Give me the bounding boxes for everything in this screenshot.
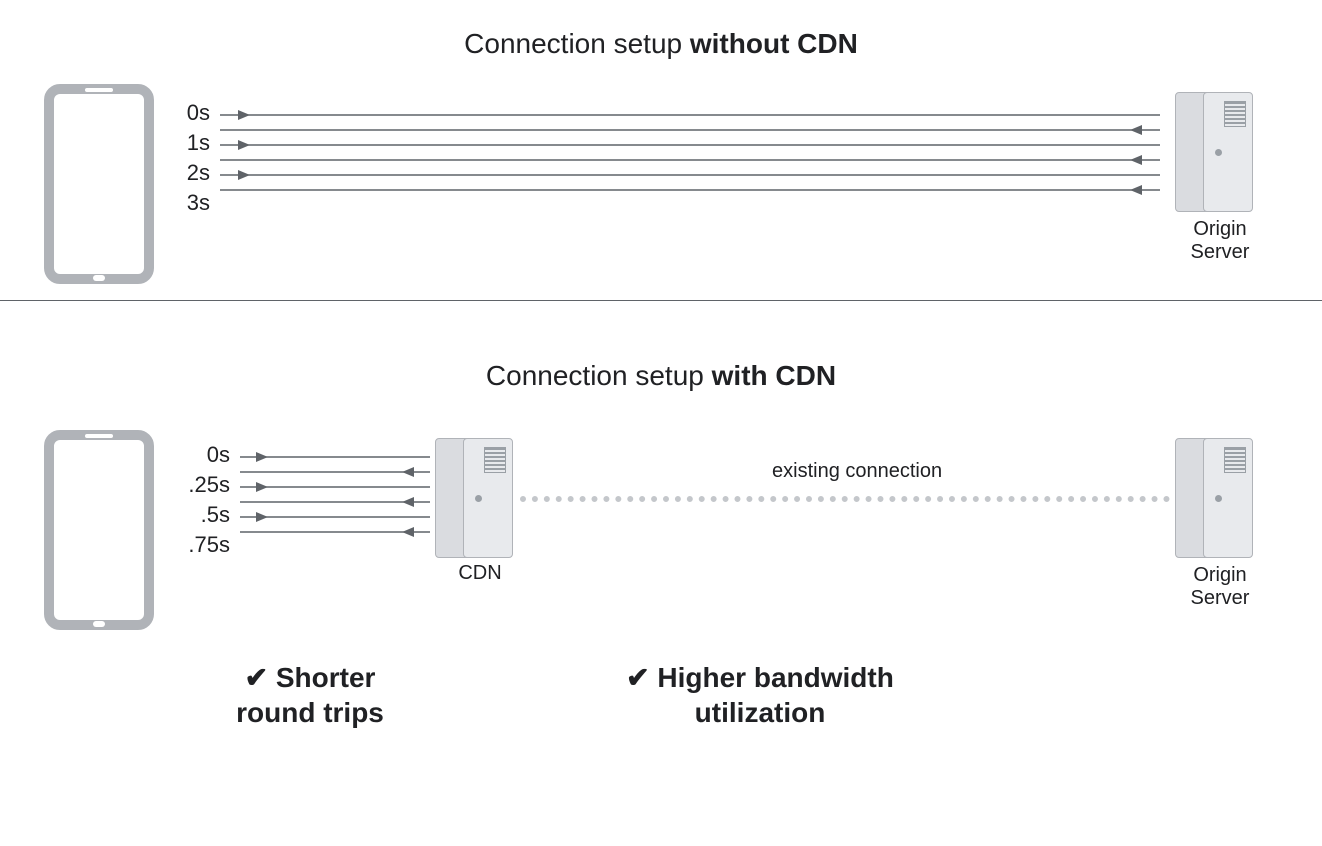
section-divider [0,300,1322,301]
phone-icon [44,84,154,284]
time-label-1: .25s [170,472,230,498]
arrow-left-icon [220,123,1160,137]
arrow-right-icon [240,510,430,524]
arrow-left-icon [240,495,430,509]
time-label-0: 0s [170,442,230,468]
title-with-cdn: Connection setup with CDN [0,360,1322,392]
arrow-right-icon [220,168,1160,182]
title-without-cdn: Connection setup without CDN [0,28,1322,60]
origin-server-label: OriginServer [1165,218,1275,264]
arrow-right-icon [220,108,1160,122]
phone-icon [44,430,154,630]
title-bold: without CDN [690,28,858,59]
title-prefix: Connection setup [464,28,690,59]
arrow-left-icon [220,153,1160,167]
time-label-2: .5s [170,502,230,528]
time-label-0: 0s [150,100,210,126]
time-label-1: 1s [150,130,210,156]
dotted-line-icon [520,496,1170,502]
origin-server-label: OriginServer [1165,564,1275,610]
time-label-2: 2s [150,160,210,186]
arrow-left-icon [240,465,430,479]
cdn-label: CDN [440,562,520,585]
arrow-right-icon [220,138,1160,152]
existing-connection-label: existing connection [760,460,954,483]
arrow-left-icon [220,183,1160,197]
arrow-right-icon [240,480,430,494]
benefit-shorter-roundtrips: ✔ Shorterround trips [180,660,440,730]
title-prefix: Connection setup [486,360,712,391]
time-label-3: .75s [170,532,230,558]
arrow-left-icon [240,525,430,539]
arrow-right-icon [240,450,430,464]
title-bold: with CDN [712,360,836,391]
time-label-3: 3s [150,190,210,216]
benefit-higher-bandwidth: ✔ Higher bandwidthutilization [570,660,950,730]
